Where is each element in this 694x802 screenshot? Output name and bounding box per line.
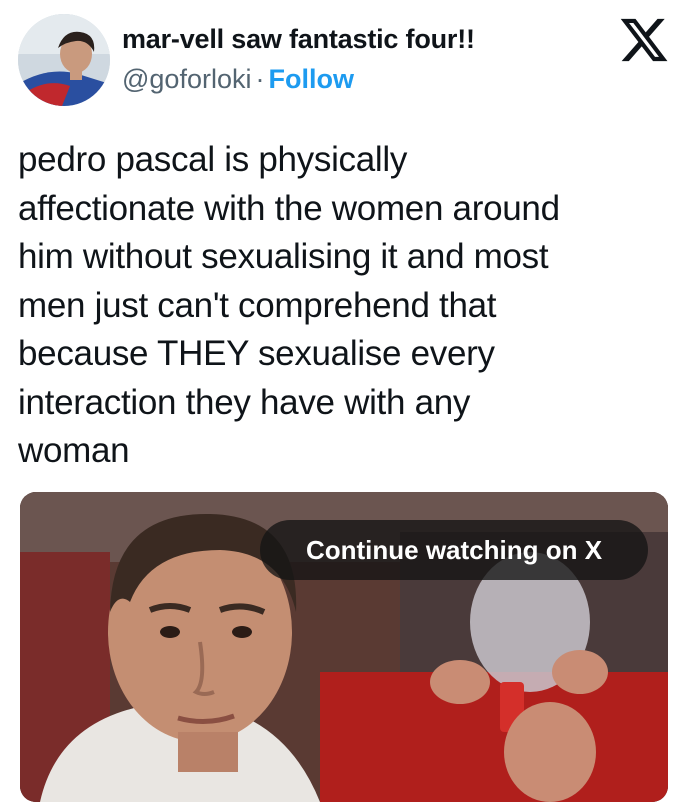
separator-dot: · (255, 64, 265, 94)
continue-watching-button[interactable]: Continue watching on X (260, 520, 648, 580)
tweet-text: pedro pascal is physically affectionate … (18, 136, 678, 476)
author-handle[interactable]: @goforloki (122, 64, 251, 94)
tweet-text-line: interaction they have with any (18, 382, 471, 422)
tweet-card: mar-vell saw fantastic four!! @goforloki… (0, 0, 694, 802)
avatar[interactable] (18, 14, 110, 106)
tweet-text-line: affectionate with the women around (18, 188, 560, 228)
author-handle-row: @goforloki · Follow (122, 64, 354, 95)
author-display-name[interactable]: mar-vell saw fantastic four!! (122, 24, 475, 55)
tweet-text-line: because THEY sexualise every (18, 334, 495, 373)
tweet-text-line: men just can't comprehend that (18, 285, 497, 325)
tweet-text-line: pedro pascal is physically (18, 140, 408, 179)
media-video[interactable]: Continue watching on X (20, 492, 668, 802)
tweet-text-line: woman (18, 431, 130, 470)
tweet-text-line: him without sexualising it and most (18, 237, 549, 276)
avatar-image (18, 14, 110, 106)
x-logo-icon[interactable] (618, 14, 670, 66)
follow-button[interactable]: Follow (268, 64, 353, 94)
